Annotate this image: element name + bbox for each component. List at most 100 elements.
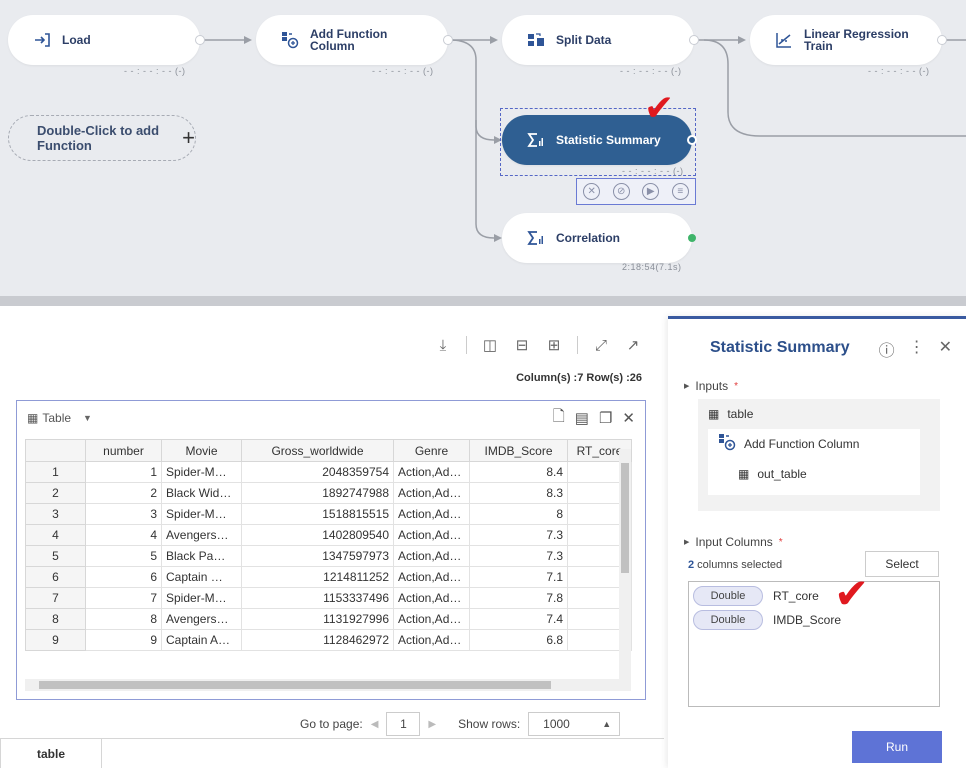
table-cell[interactable]: 9 — [85, 629, 162, 651]
table-cell[interactable]: 8.3 — [469, 482, 568, 504]
table-cell[interactable]: 7.3 — [469, 545, 568, 567]
table-cell[interactable]: Black Pa… — [161, 545, 242, 567]
table-selector[interactable]: ▦ Table ▼ — [27, 411, 92, 425]
close-icon[interactable]: ✕ — [622, 409, 635, 427]
node-add-function-column[interactable]: Add Function Column — [256, 15, 453, 65]
scroll-thumb[interactable] — [621, 463, 629, 573]
table-cell[interactable]: Captain A… — [161, 629, 242, 651]
list-item[interactable]: Double IMDB_Score — [693, 610, 841, 630]
table-cell[interactable]: 4 — [85, 524, 162, 546]
table-cell[interactable]: 1402809540 — [241, 524, 394, 546]
rows-per-page-stepper[interactable]: 1000 ▲ — [528, 712, 621, 736]
table-cell[interactable]: Action,Ad… — [393, 524, 470, 546]
table-cell[interactable]: 8 — [469, 503, 568, 525]
table-cell[interactable]: Spider-M… — [161, 587, 242, 609]
prev-page-icon[interactable]: ◀ — [371, 719, 379, 730]
table-row[interactable]: 5 5 Black Pa… 1347597973 Action,Ad… 7.3 — [25, 545, 632, 567]
download-icon[interactable]: ⤓ — [434, 336, 452, 354]
output-port-success[interactable] — [688, 234, 696, 242]
output-port[interactable] — [687, 135, 697, 145]
add-function-placeholder[interactable]: Double-Click to add Function + — [8, 115, 196, 161]
table-cell[interactable]: Action,Ad… — [393, 608, 470, 630]
select-columns-button[interactable]: Select — [865, 551, 939, 577]
table-cell[interactable]: Black Wid… — [161, 482, 242, 504]
output-port[interactable] — [937, 35, 947, 45]
input-table-row[interactable]: ▦ table — [708, 407, 753, 421]
table-cell[interactable]: 7.3 — [469, 524, 568, 546]
input-source-row[interactable]: Add Function Column — [718, 433, 859, 454]
input-columns-section-toggle[interactable]: ▶ Input Columns * — [684, 535, 783, 549]
table-row[interactable]: 4 4 Avengers… 1402809540 Action,Ad… 7.3 — [25, 524, 632, 546]
table-cell[interactable]: 7 — [85, 587, 162, 609]
input-out-row[interactable]: ▦ out_table — [738, 467, 807, 481]
copy-icon[interactable]: ❐ — [599, 409, 612, 427]
stepper-up-icon[interactable]: ▲ — [602, 719, 611, 729]
table-cell[interactable]: 1892747988 — [241, 482, 394, 504]
table-cell[interactable]: 7.8 — [469, 587, 568, 609]
inputs-section-toggle[interactable]: ▶ Inputs * — [684, 379, 738, 393]
column-header[interactable]: IMDB_Score — [469, 439, 568, 462]
table-cell[interactable]: 6 — [85, 566, 162, 588]
split-rows-icon[interactable]: ⊟ — [513, 336, 531, 354]
table-cell[interactable]: Action,Ad… — [393, 587, 470, 609]
table-cell[interactable]: Action,Ad… — [393, 629, 470, 651]
table-row[interactable]: 6 6 Captain … 1214811252 Action,Ad… 7.1 — [25, 566, 632, 588]
table-cell[interactable]: Action,Ad… — [393, 461, 470, 483]
popout-icon[interactable]: ↗ — [624, 336, 642, 354]
node-load[interactable]: Load — [8, 15, 205, 65]
output-port[interactable] — [443, 35, 453, 45]
table-cell[interactable]: Avengers… — [161, 608, 242, 630]
table-cell[interactable]: Action,Ad… — [393, 503, 470, 525]
split-columns-icon[interactable]: ◫ — [481, 336, 499, 354]
table-cell[interactable]: Action,Ad… — [393, 482, 470, 504]
table-cell[interactable]: 8 — [85, 608, 162, 630]
table-cell[interactable]: 1128462972 — [241, 629, 394, 651]
table-cell[interactable]: 8.4 — [469, 461, 568, 483]
table-cell[interactable]: 3 — [85, 503, 162, 525]
run-button[interactable]: Run — [852, 731, 942, 763]
more-vertical-icon[interactable]: ⋮ — [909, 337, 925, 361]
new-file-icon[interactable]: 🗋 — [553, 406, 565, 431]
table-row[interactable]: 1 1 Spider-M… 2048359754 Action,Ad… 8.4 — [25, 461, 632, 483]
column-header[interactable]: Movie — [161, 439, 242, 462]
table-cell[interactable]: Spider-M… — [161, 503, 242, 525]
column-header[interactable]: Genre — [393, 439, 470, 462]
table-cell[interactable]: 1153337496 — [241, 587, 394, 609]
table-cell[interactable]: Avengers… — [161, 524, 242, 546]
clear-cache-icon[interactable]: ≡ — [671, 183, 689, 200]
table-cell[interactable]: 5 — [85, 545, 162, 567]
workflow-canvas[interactable]: Load - - : - - : - - (-) Add Function Co… — [0, 0, 966, 296]
table-cell[interactable]: 1347597973 — [241, 545, 394, 567]
run-node-icon[interactable]: ▶ — [642, 183, 660, 200]
column-header[interactable]: Gross_worldwide — [241, 439, 394, 462]
scroll-thumb[interactable] — [39, 681, 551, 689]
table-cell[interactable]: 1 — [85, 461, 162, 483]
table-cell[interactable]: 7.1 — [469, 566, 568, 588]
table-cell[interactable]: 1518815515 — [241, 503, 394, 525]
table-cell[interactable]: Captain … — [161, 566, 242, 588]
grid-icon[interactable]: ⊞ — [545, 336, 563, 354]
table-view-icon[interactable]: ▤ — [575, 409, 589, 427]
table-row[interactable]: 9 9 Captain A… 1128462972 Action,Ad… 6.8 — [25, 629, 632, 651]
expand-icon[interactable]: ⤢ — [592, 336, 610, 354]
node-split-data[interactable]: Split Data — [502, 15, 699, 65]
next-page-icon[interactable]: ▶ — [428, 719, 436, 730]
table-cell[interactable]: 1131927996 — [241, 608, 394, 630]
list-item[interactable]: Double RT_core — [693, 586, 819, 606]
tab-table[interactable]: table — [0, 738, 102, 768]
table-row[interactable]: 3 3 Spider-M… 1518815515 Action,Ad… 8 — [25, 503, 632, 525]
table-cell[interactable]: Action,Ad… — [393, 566, 470, 588]
table-row[interactable]: 2 2 Black Wid… 1892747988 Action,Ad… 8.3 — [25, 482, 632, 504]
column-header[interactable]: number — [85, 439, 162, 462]
help-icon[interactable]: ⓘ — [879, 337, 895, 361]
disable-node-icon[interactable]: ⊘ — [612, 183, 630, 200]
node-correlation[interactable]: Correlation — [502, 213, 696, 263]
table-cell[interactable]: 7.4 — [469, 608, 568, 630]
table-row[interactable]: 8 8 Avengers… 1131927996 Action,Ad… 7.4 — [25, 608, 632, 630]
table-cell[interactable]: 2048359754 — [241, 461, 394, 483]
vertical-scrollbar[interactable] — [619, 449, 631, 681]
panel-splitter[interactable] — [0, 296, 966, 306]
table-cell[interactable]: Spider-M… — [161, 461, 242, 483]
output-port[interactable] — [689, 35, 699, 45]
table-cell[interactable]: 1214811252 — [241, 566, 394, 588]
